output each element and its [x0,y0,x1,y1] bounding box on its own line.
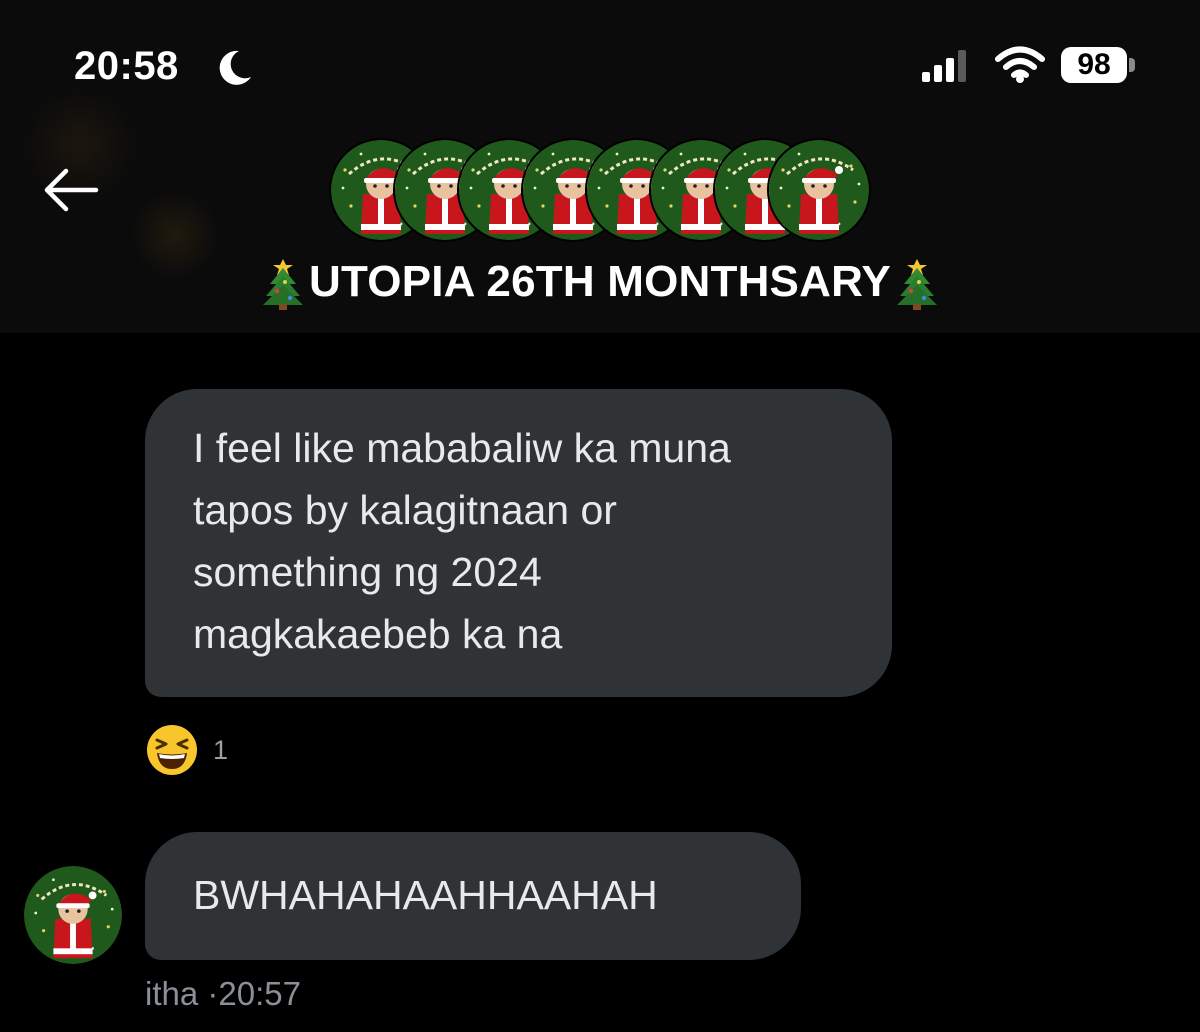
reaction-count: 1 [213,734,229,765]
message-line: I feel like mababaliw ka muna [193,425,731,471]
sender-avatar[interactable] [24,866,122,964]
sender-name[interactable]: itha [145,975,198,1012]
group-avatars[interactable] [329,138,871,242]
member-avatar [767,138,871,242]
message-bubble[interactable]: BWHAHAHAAHHAAHAH [145,832,801,960]
message-line: magkakaebeb ka na [193,611,563,657]
wifi-icon [995,46,1045,83]
christmas-tree-icon [263,259,304,311]
message-bubble[interactable]: I feel like mababaliw ka muna tapos by k… [145,389,892,697]
group-title-text: UTOPIA 26TH MONTHSARY [309,257,891,306]
back-arrow-icon[interactable] [40,165,102,215]
group-title[interactable]: UTOPIA 26TH MONTHSARY [0,257,1200,311]
message-reaction[interactable]: 1 [145,722,228,778]
laughing-face-icon [147,725,197,775]
cellular-signal-icon [922,50,966,82]
message-line: something ng 2024 [193,549,542,595]
message-text: BWHAHAHAAHHAAHAH [193,872,658,918]
battery-tip [1129,58,1135,72]
battery-icon: 98 [1061,47,1127,83]
chat-header: 20:58 98 UTOPIA 26TH MONTHSARY [0,0,1200,333]
status-time: 20:58 [74,44,179,88]
message-line: tapos by kalagitnaan or [193,487,617,533]
moon-icon [219,50,251,85]
christmas-tree-icon [896,259,937,311]
message-meta: itha ·20:57 [145,975,301,1013]
message-time: ·20:57 [207,975,301,1012]
